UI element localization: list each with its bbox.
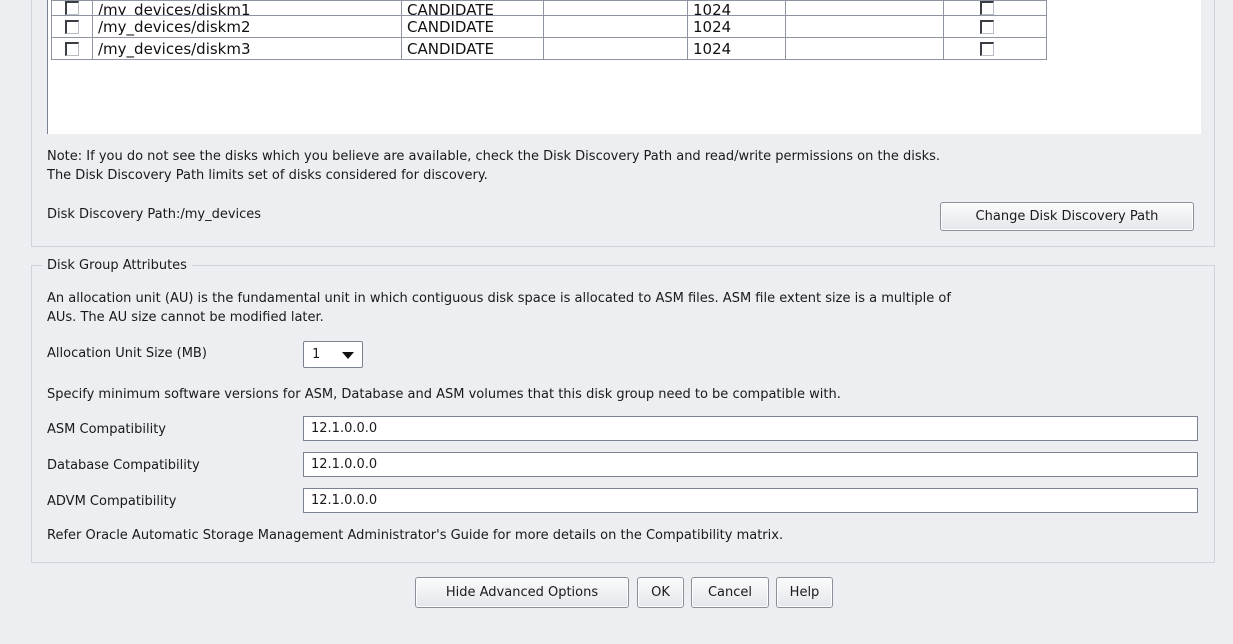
au-size-label: Allocation Unit Size (MB) — [47, 346, 207, 361]
asm-compatibility-label: ASM Compatibility — [47, 422, 166, 437]
au-size-value: 1 — [312, 347, 321, 362]
discovery-note-line2: The Disk Discovery Path limits set of di… — [47, 168, 488, 183]
disk-quorum-checkbox[interactable] — [980, 19, 994, 34]
au-description-line2: AUs. The AU size cannot be modified late… — [47, 310, 324, 325]
disk-size-cell: 1024 — [687, 15, 786, 38]
compatibility-description: Specify minimum software versions for AS… — [47, 387, 841, 402]
disk-status-cell: CANDIDATE — [401, 0, 544, 16]
disk-size-cell: 1024 — [687, 0, 786, 16]
disk-cell — [785, 15, 944, 38]
disk-cell — [543, 0, 688, 16]
change-discovery-path-button[interactable]: Change Disk Discovery Path — [940, 202, 1194, 231]
table-row[interactable]: /my_devices/diskm3 CANDIDATE 1024 — [51, 37, 1047, 60]
disk-size-cell: 1024 — [687, 37, 786, 60]
disk-select-checkbox[interactable] — [65, 19, 79, 34]
disk-select-checkbox[interactable] — [65, 41, 79, 56]
help-button[interactable]: Help — [776, 577, 833, 608]
advm-compatibility-label: ADVM Compatibility — [47, 494, 177, 509]
disk-path-cell: /my_devices/diskm2 — [92, 15, 402, 38]
au-description-line1: An allocation unit (AU) is the fundament… — [47, 291, 951, 306]
disk-path-cell: /my_devices/diskm1 — [92, 0, 402, 16]
hide-advanced-options-button[interactable]: Hide Advanced Options — [415, 577, 629, 608]
disk-cell — [785, 0, 944, 16]
chevron-down-icon — [342, 352, 354, 359]
table-row[interactable]: /my_devices/diskm1 CANDIDATE 1024 — [51, 0, 1047, 16]
disk-status-cell: CANDIDATE — [401, 15, 544, 38]
disk-quorum-checkbox[interactable] — [980, 41, 994, 56]
ok-button[interactable]: OK — [637, 577, 684, 608]
advm-compatibility-input[interactable]: 12.1.0.0.0 — [303, 488, 1198, 513]
database-compatibility-input[interactable]: 12.1.0.0.0 — [303, 452, 1198, 477]
disk-path-cell: /my_devices/diskm3 — [92, 37, 402, 60]
disk-status-cell: CANDIDATE — [401, 37, 544, 60]
cancel-button[interactable]: Cancel — [691, 577, 769, 608]
resize-grip-icon[interactable] — [1225, 636, 1229, 640]
database-compatibility-label: Database Compatibility — [47, 458, 200, 473]
au-size-select[interactable]: 1 — [303, 341, 363, 368]
disk-cell — [785, 37, 944, 60]
disk-group-attributes-legend: Disk Group Attributes — [42, 258, 192, 273]
disk-quorum-checkbox[interactable] — [980, 1, 994, 15]
disk-cell — [543, 15, 688, 38]
disk-cell — [543, 37, 688, 60]
compatibility-matrix-note: Refer Oracle Automatic Storage Managemen… — [47, 528, 784, 543]
disk-table: /my_devices/diskm1 CANDIDATE 1024 /my_de… — [51, 0, 1047, 60]
table-row[interactable]: /my_devices/diskm2 CANDIDATE 1024 — [51, 15, 1047, 38]
discovery-note-line1: Note: If you do not see the disks which … — [47, 149, 941, 164]
disk-select-checkbox[interactable] — [65, 1, 79, 15]
asm-compatibility-input[interactable]: 12.1.0.0.0 — [303, 416, 1198, 441]
disk-discovery-path: Disk Discovery Path:/my_devices — [47, 207, 262, 222]
